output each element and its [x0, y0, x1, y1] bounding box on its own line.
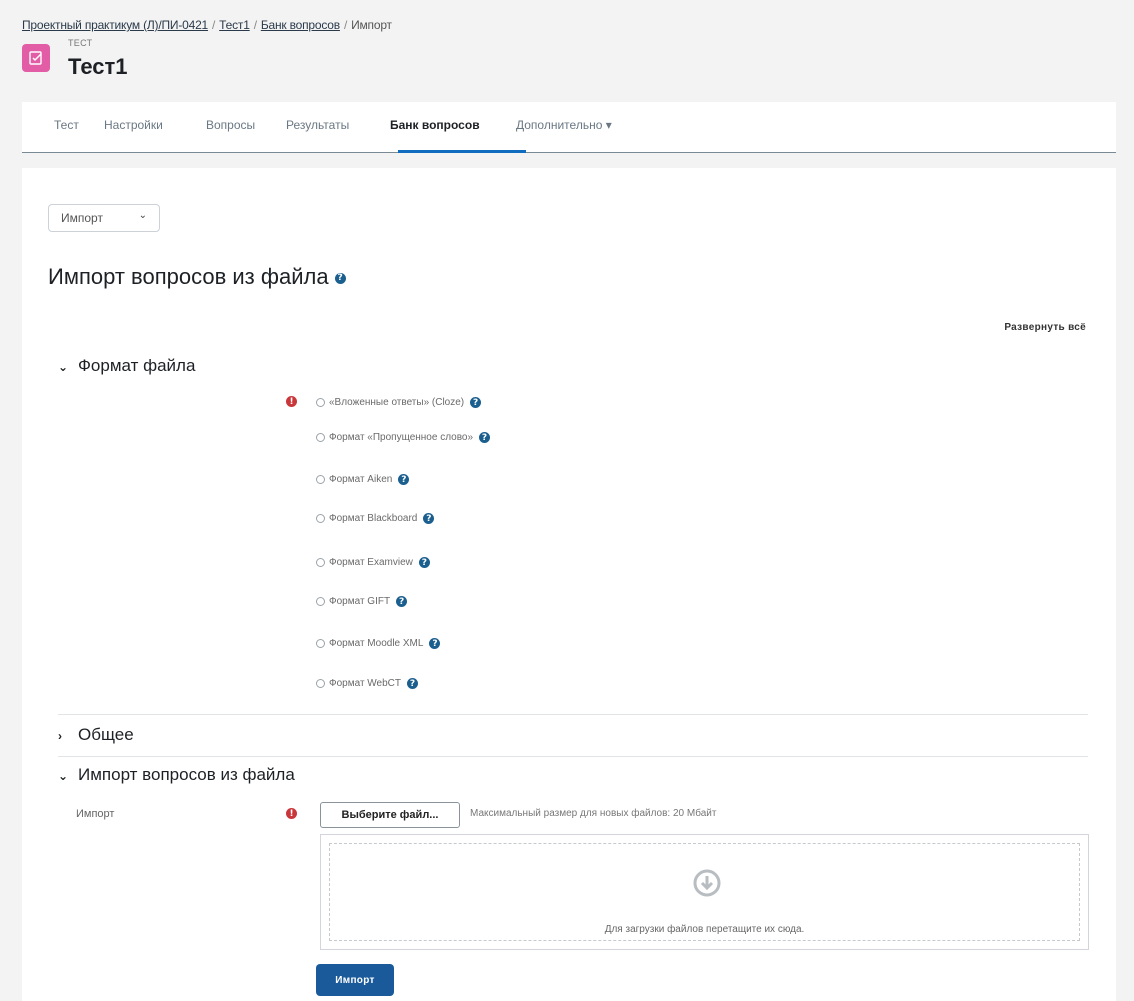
download-arrow-icon [693, 869, 721, 897]
format-option-webct[interactable]: Формат WebCT? [316, 678, 419, 689]
tab-more[interactable]: Дополнительно ▾ [516, 118, 612, 132]
format-option-cloze[interactable]: «Вложенные ответы» (Cloze)? [316, 397, 482, 408]
chevron-down-icon: ⌄ [138, 210, 147, 221]
file-dropzone[interactable]: Для загрузки файлов перетащите их сюда. [320, 834, 1089, 950]
dropzone-border: Для загрузки файлов перетащите их сюда. [329, 843, 1080, 941]
choose-file-button[interactable]: Выберите файл... [320, 802, 460, 828]
format-option-examview[interactable]: Формат Examview? [316, 557, 430, 568]
help-icon[interactable]: ? [418, 557, 430, 568]
section-format-toggle[interactable]: ⌄ Формат файла [58, 356, 195, 376]
breadcrumb-link-course[interactable]: Проектный практикум (Л)/ПИ-0421 [22, 18, 208, 32]
chevron-down-icon: ⌄ [58, 360, 69, 374]
breadcrumb-link-quiz[interactable]: Тест1 [219, 18, 250, 32]
section-format-title: Формат файла [78, 356, 196, 375]
radio-button[interactable] [316, 639, 325, 648]
import-submit-button[interactable]: Импорт [316, 964, 394, 996]
action-select[interactable]: Импорт ⌄ [48, 204, 160, 232]
chevron-right-icon: › [58, 729, 62, 743]
section-general-title: Общее [78, 725, 134, 744]
format-option-label: Формат «Пропущенное слово» [329, 432, 474, 443]
breadcrumb-link-question-bank[interactable]: Банк вопросов [261, 18, 340, 32]
import-field-label: Импорт [76, 808, 115, 820]
breadcrumb-separator: / [343, 18, 348, 32]
format-option-blackboard[interactable]: Формат Blackboard? [316, 513, 435, 524]
format-option-label: Формат Blackboard [329, 513, 418, 524]
active-tab-indicator [398, 150, 526, 153]
action-select-value: Импорт [61, 211, 103, 225]
required-icon: ! [286, 396, 297, 407]
section-general-toggle[interactable]: › Общее [58, 725, 134, 745]
max-file-size: Максимальный размер для новых файлов: 20… [470, 808, 717, 819]
radio-button[interactable] [316, 514, 325, 523]
section-divider [58, 714, 1088, 715]
format-option-label: Формат WebCT [329, 678, 402, 689]
dropzone-text: Для загрузки файлов перетащите их сюда. [604, 924, 805, 935]
radio-button[interactable] [316, 398, 325, 407]
format-option-label: Формат Examview [329, 557, 413, 568]
format-option-moodlexml[interactable]: Формат Moodle XML? [316, 638, 441, 649]
tab-results[interactable]: Результаты [286, 118, 349, 132]
tab-more-label: Дополнительно [516, 118, 603, 132]
breadcrumb-separator: / [212, 18, 216, 32]
activity-type: ТЕСТ [68, 38, 93, 48]
tab-settings[interactable]: Настройки [104, 118, 163, 132]
tab-questions[interactable]: Вопросы [206, 118, 255, 132]
section-divider [58, 756, 1088, 757]
chevron-down-icon: ⌄ [58, 769, 69, 783]
tab-quiz[interactable]: Тест [54, 118, 79, 132]
format-option-label: Формат Moodle XML [329, 638, 424, 649]
format-option-label: «Вложенные ответы» (Cloze) [329, 397, 465, 408]
help-icon[interactable]: ? [334, 272, 346, 284]
section-import-title: Импорт вопросов из файла [78, 765, 295, 784]
tab-question-bank[interactable]: Банк вопросов [390, 118, 480, 132]
breadcrumb: Проектный практикум (Л)/ПИ-0421/Тест1/Ба… [22, 18, 392, 32]
radio-button[interactable] [316, 679, 325, 688]
help-icon[interactable]: ? [470, 397, 482, 408]
help-icon[interactable]: ? [479, 432, 491, 443]
help-icon[interactable]: ? [396, 596, 408, 607]
breadcrumb-separator: / [253, 18, 257, 32]
import-heading: Импорт вопросов из файла? [48, 264, 346, 290]
help-icon[interactable]: ? [423, 513, 435, 524]
radio-button[interactable] [316, 475, 325, 484]
secondary-navigation: Тест Настройки Вопросы Результаты Банк в… [22, 102, 1116, 153]
section-import-toggle[interactable]: ⌄ Импорт вопросов из файла [58, 765, 295, 785]
help-icon[interactable]: ? [398, 474, 410, 485]
page-title: Тест1 [68, 54, 128, 79]
main-content: Импорт ⌄ Импорт вопросов из файла? Разве… [22, 168, 1116, 1001]
radio-button[interactable] [316, 433, 325, 442]
format-option-missingword[interactable]: Формат «Пропущенное слово»? [316, 432, 491, 443]
format-option-label: Формат GIFT [329, 596, 391, 607]
required-icon: ! [286, 808, 297, 819]
chevron-down-icon: ▾ [605, 118, 612, 132]
radio-button[interactable] [316, 558, 325, 567]
breadcrumb-current: Импорт [351, 18, 392, 32]
expand-all-link[interactable]: Развернуть всё [1004, 322, 1086, 333]
format-option-label: Формат Aiken [329, 474, 393, 485]
quiz-icon [22, 44, 50, 72]
help-icon[interactable]: ? [407, 678, 419, 689]
help-icon[interactable]: ? [429, 638, 441, 649]
format-option-aiken[interactable]: Формат Aiken? [316, 474, 410, 485]
import-heading-text: Импорт вопросов из файла [48, 264, 329, 289]
radio-button[interactable] [316, 597, 325, 606]
format-option-gift[interactable]: Формат GIFT? [316, 596, 408, 607]
